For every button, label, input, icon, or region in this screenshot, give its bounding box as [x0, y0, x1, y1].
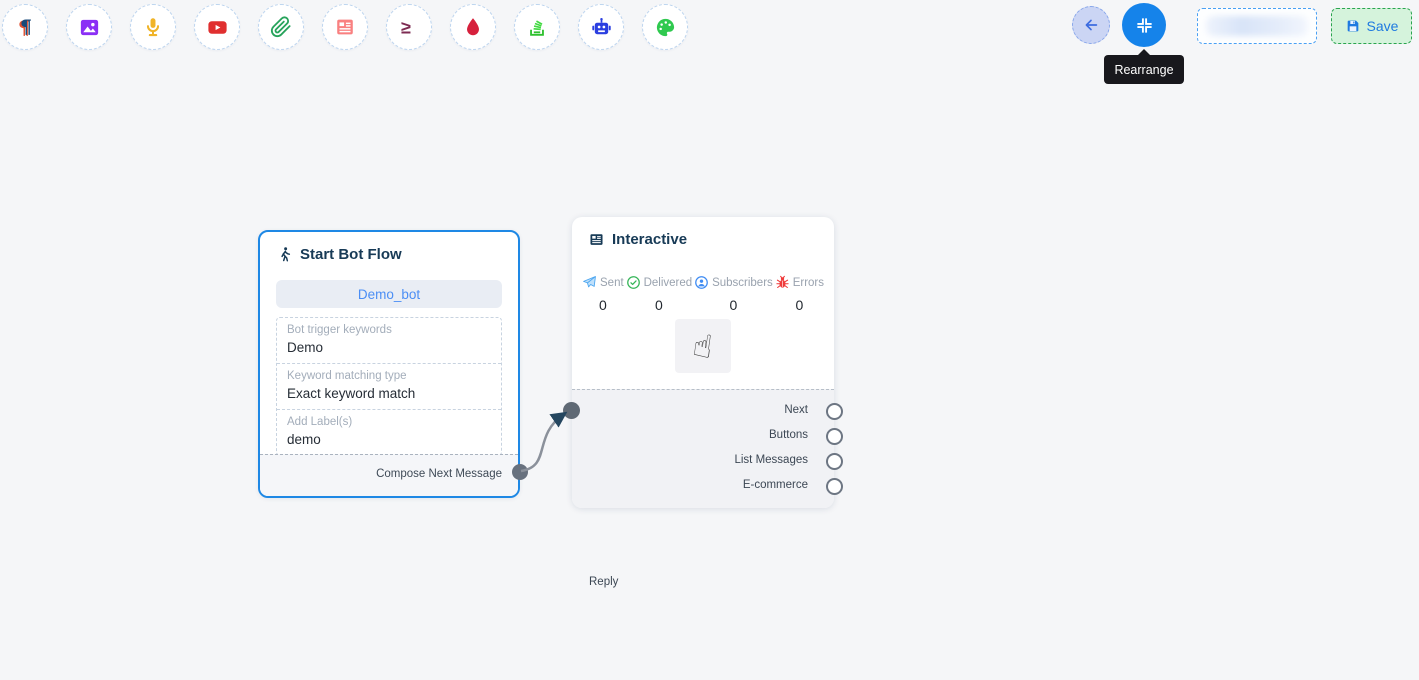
tooltip-text: Rearrange	[1114, 63, 1173, 77]
check-circle-icon	[626, 275, 641, 290]
field-value: Exact keyword match	[287, 386, 491, 401]
next-output-port[interactable]	[826, 403, 843, 420]
stat-sent: Sent 0	[582, 275, 624, 313]
field-label: Keyword matching type	[287, 370, 491, 382]
toolbar-button-bot[interactable]	[578, 4, 624, 50]
compose-next-message-label: Compose Next Message	[376, 468, 502, 480]
toolbar-button-sequence[interactable]	[514, 4, 560, 50]
toolbar-button-theme[interactable]	[642, 4, 688, 50]
rearrange-button[interactable]	[1122, 3, 1166, 47]
stat-label: Subscribers	[712, 277, 773, 289]
toolbar-button-template[interactable]	[322, 4, 368, 50]
toolbar-button-drip[interactable]	[450, 4, 496, 50]
start-node-footer: Compose Next Message	[260, 454, 518, 496]
walking-person-icon	[276, 246, 293, 263]
field-value: Demo	[287, 340, 491, 355]
toolbar-button-audio[interactable]	[130, 4, 176, 50]
ecommerce-output-port[interactable]	[826, 478, 843, 495]
field-bot-trigger-keywords[interactable]: Bot trigger keywords Demo	[277, 318, 501, 364]
interactive-stats: Sent 0 Delivered 0	[582, 275, 824, 313]
greater-equal-icon: ≥	[397, 15, 421, 39]
rearrange-tooltip: Rearrange	[1104, 55, 1184, 84]
interactive-node[interactable]: Interactive Sent 0	[572, 217, 834, 508]
interactive-ports-section: Reply Next Buttons List Messages E-comme…	[572, 389, 834, 508]
svg-text:≥: ≥	[401, 18, 411, 38]
image-icon	[78, 16, 101, 39]
stat-value: 0	[795, 297, 803, 313]
arrow-left-icon	[1081, 15, 1101, 35]
start-bot-flow-node[interactable]: Start Bot Flow Demo_bot Bot trigger keyw…	[258, 230, 520, 498]
output-label-list-messages: List Messages	[734, 454, 808, 466]
interactive-node-header: Interactive	[588, 231, 687, 248]
palette-icon	[654, 16, 677, 39]
stat-value: 0	[655, 297, 663, 313]
save-button-label: Save	[1367, 18, 1399, 34]
droplet-icon	[462, 16, 484, 38]
output-label-buttons: Buttons	[769, 429, 808, 441]
compress-icon	[1135, 16, 1154, 35]
flow-name-field[interactable]	[1197, 8, 1317, 44]
flow-canvas[interactable]: ¶ ¶	[0, 0, 1419, 680]
bug-icon	[775, 275, 790, 290]
toolbar-button-video[interactable]	[194, 4, 240, 50]
toolbar-button-image[interactable]	[66, 4, 112, 50]
toolbar-button-text[interactable]: ¶ ¶	[2, 4, 48, 50]
stack-icon	[526, 16, 548, 38]
stat-value: 0	[599, 297, 607, 313]
newspaper-icon	[334, 16, 356, 38]
toolbar-button-file[interactable]	[258, 4, 304, 50]
video-play-icon	[206, 16, 229, 39]
stat-label: Errors	[793, 277, 824, 289]
start-node-fields: Bot trigger keywords Demo Keyword matchi…	[276, 317, 502, 456]
stat-errors: Errors 0	[775, 275, 824, 313]
field-label: Bot trigger keywords	[287, 324, 491, 336]
stat-subscribers: Subscribers 0	[694, 275, 773, 313]
stat-value: 0	[730, 297, 738, 313]
field-value: demo	[287, 432, 491, 447]
stat-label: Delivered	[644, 277, 693, 289]
interactive-node-title: Interactive	[612, 231, 687, 248]
blurred-content	[1206, 16, 1308, 36]
microphone-icon	[142, 16, 164, 38]
reply-input-label: Reply	[589, 576, 618, 588]
start-node-title: Start Bot Flow	[300, 246, 402, 263]
buttons-output-port[interactable]	[826, 428, 843, 445]
stat-label: Sent	[600, 277, 624, 289]
pilcrow-icon: ¶ ¶	[13, 15, 37, 39]
back-button[interactable]	[1072, 6, 1110, 44]
field-keyword-matching-type[interactable]: Keyword matching type Exact keyword matc…	[277, 364, 501, 410]
paperclip-icon	[270, 16, 292, 38]
paper-plane-icon	[582, 275, 597, 290]
newspaper-icon	[588, 231, 605, 248]
robot-icon	[590, 16, 613, 39]
hand-cursor: ☝	[675, 319, 731, 373]
bot-name-button[interactable]: Demo_bot	[276, 280, 502, 308]
svg-text:¶: ¶	[20, 16, 32, 38]
stat-delivered: Delivered 0	[626, 275, 693, 313]
user-circle-icon	[694, 275, 709, 290]
output-label-next: Next	[784, 404, 808, 416]
field-label: Add Label(s)	[287, 416, 491, 428]
floppy-disk-icon	[1345, 18, 1361, 34]
output-label-ecommerce: E-commerce	[743, 479, 808, 491]
save-button[interactable]: Save	[1331, 8, 1412, 44]
list-messages-output-port[interactable]	[826, 453, 843, 470]
toolbar-button-condition[interactable]: ≥	[386, 4, 432, 50]
start-node-header: Start Bot Flow	[276, 246, 402, 263]
reply-input-port[interactable]	[563, 402, 580, 419]
field-add-labels[interactable]: Add Label(s) demo	[277, 410, 501, 455]
compose-output-port[interactable]	[512, 464, 528, 480]
